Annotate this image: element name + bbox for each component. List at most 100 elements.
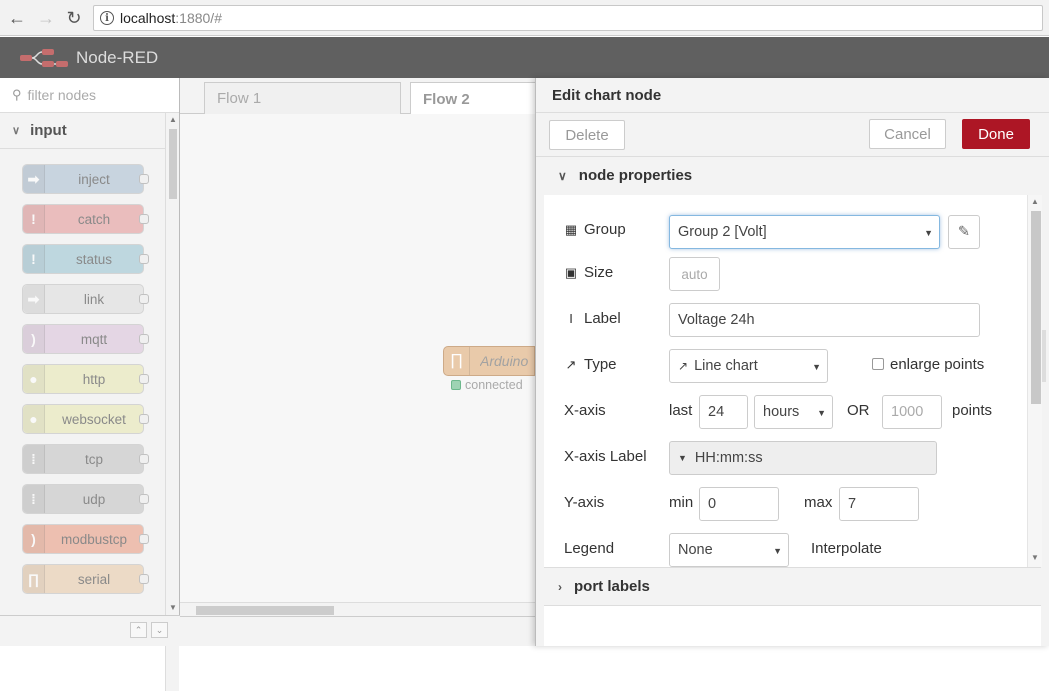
- flow-node-label: Arduino: [480, 353, 529, 369]
- xaxis-last-label: last: [669, 402, 693, 419]
- status-dot-icon: [451, 380, 461, 390]
- output-port: [139, 574, 149, 584]
- palette-scrollbar[interactable]: ▲ ▼: [165, 113, 179, 691]
- group-select[interactable]: Group 2 [Volt] ▼: [669, 215, 940, 249]
- workspace-scroll-thumb[interactable]: [196, 606, 334, 615]
- double-chevron-up-icon: ⌃: [134, 624, 143, 635]
- palette-node-label: udp: [82, 491, 106, 507]
- tray-resize-handle[interactable]: [1042, 330, 1046, 382]
- interpolate-label: Interpolate: [811, 540, 882, 557]
- palette-search-input[interactable]: ⚲ filter nodes: [0, 78, 179, 113]
- size-button[interactable]: auto: [669, 257, 720, 291]
- expand-all-button[interactable]: ⌄: [151, 622, 168, 638]
- size-label-text: Size: [584, 264, 614, 281]
- app-header: Node-RED: [0, 37, 1049, 78]
- dropdown-arrow-icon: ▼: [817, 408, 826, 418]
- dropdown-arrow-icon: ▼: [924, 228, 933, 238]
- forward-button[interactable]: →: [35, 7, 57, 29]
- xaxis-label-label-text: X-axis Label: [564, 448, 647, 465]
- bridge-icon: ⁞: [23, 485, 45, 513]
- palette-node-websocket[interactable]: ● websocket: [22, 404, 149, 434]
- label-input[interactable]: Voltage 24h: [669, 303, 980, 337]
- resize-icon: ▣: [564, 264, 578, 280]
- chevron-down-icon: ∨: [12, 125, 21, 137]
- output-port: [139, 254, 149, 264]
- scroll-up-icon[interactable]: ▲: [1031, 197, 1039, 206]
- app-title: Node-RED: [76, 47, 159, 67]
- cancel-button[interactable]: Cancel: [869, 119, 946, 149]
- done-button[interactable]: Done: [962, 119, 1030, 149]
- palette-scroll-thumb[interactable]: [169, 129, 177, 199]
- inject-icon: ➡: [23, 165, 45, 193]
- palette-node-mqtt[interactable]: ) mqtt: [22, 324, 149, 354]
- scroll-down-icon[interactable]: ▼: [169, 603, 177, 612]
- palette-category-header[interactable]: ∨ input: [0, 113, 165, 149]
- link-icon: ➡: [23, 285, 45, 313]
- xaxis-label-text: X-axis: [564, 402, 606, 419]
- back-button[interactable]: ←: [6, 7, 28, 29]
- address-bar[interactable]: i localhost:1880/#: [93, 5, 1043, 31]
- output-port: [139, 294, 149, 304]
- xaxis-unit-select[interactable]: hours ▼: [754, 395, 833, 429]
- output-port: [139, 414, 149, 424]
- palette-node-modbustcp[interactable]: ) modbustcp: [22, 524, 149, 554]
- delete-button[interactable]: Delete: [549, 120, 625, 150]
- flow-canvas[interactable]: ∏ Arduino connected: [180, 114, 535, 604]
- info-icon[interactable]: i: [100, 11, 114, 25]
- palette-node-status[interactable]: ! status: [22, 244, 149, 274]
- type-select-value: Line chart: [694, 358, 758, 374]
- edit-group-button[interactable]: ✎: [948, 215, 980, 249]
- palette-node-serial[interactable]: ∏ serial: [22, 564, 149, 594]
- section-node-properties[interactable]: ∨ node properties: [536, 157, 1049, 194]
- collapse-all-button[interactable]: ⌃: [130, 622, 147, 638]
- palette-node-catch[interactable]: ! catch: [22, 204, 149, 234]
- form-scroll-thumb[interactable]: [1031, 211, 1041, 404]
- xaxis-duration-input[interactable]: 24: [699, 395, 748, 429]
- bridge-icon: ): [23, 325, 45, 353]
- palette-node-label: serial: [77, 571, 111, 587]
- workspace-tabs: Flow 1 Flow 2: [180, 78, 550, 115]
- scroll-up-icon[interactable]: ▲: [169, 115, 177, 124]
- form-scrollbar[interactable]: ▲ ▼: [1027, 195, 1042, 567]
- palette-category-label: input: [30, 122, 67, 139]
- yaxis-max-input[interactable]: 7: [839, 487, 919, 521]
- tab-flow-1[interactable]: Flow 1: [204, 82, 401, 114]
- xaxis-label: X-axis: [564, 402, 606, 419]
- tab-flow-2[interactable]: Flow 2: [410, 82, 550, 115]
- table-icon: ▦: [564, 221, 578, 237]
- palette-node-inject[interactable]: ➡ inject: [22, 164, 149, 194]
- xaxis-label-label: X-axis Label: [564, 448, 647, 465]
- yaxis-label-text: Y-axis: [564, 494, 605, 511]
- section-label: port labels: [574, 578, 650, 595]
- output-port: [139, 214, 149, 224]
- type-select[interactable]: ↗ Line chart ▼: [669, 349, 828, 383]
- workspace-hscrollbar[interactable]: [180, 602, 535, 616]
- chevron-right-icon: ›: [558, 579, 562, 594]
- palette-node-link[interactable]: ➡ link: [22, 284, 149, 314]
- xaxis-unit-value: hours: [763, 404, 800, 420]
- tab-label: Flow 1: [217, 90, 262, 107]
- globe-icon: ●: [23, 405, 45, 433]
- workspace-footer: [180, 616, 535, 646]
- enlarge-points-checkbox[interactable]: [872, 358, 884, 370]
- output-port: [139, 334, 149, 344]
- palette-node-udp[interactable]: ⁞ udp: [22, 484, 149, 514]
- group-label-text: Group: [584, 221, 626, 238]
- xaxis-format-input[interactable]: ▼ HH:mm:ss: [669, 441, 937, 475]
- xaxis-points-input[interactable]: 1000: [882, 395, 942, 429]
- xaxis-format-value: HH:mm:ss: [694, 450, 763, 466]
- yaxis-min-input[interactable]: 0: [699, 487, 779, 521]
- legend-select[interactable]: None ▼: [669, 533, 789, 567]
- type-label-text: Type: [584, 356, 617, 373]
- flow-node-arduino[interactable]: ∏ Arduino: [443, 346, 535, 376]
- section-port-labels[interactable]: › port labels: [544, 567, 1041, 605]
- yaxis-min-label: min: [669, 494, 694, 511]
- type-label: ↗ Type: [564, 356, 617, 373]
- palette-node-tcp[interactable]: ⁞ tcp: [22, 444, 149, 474]
- node-red-logo-icon: [20, 47, 68, 69]
- reload-button[interactable]: ↻: [63, 7, 85, 29]
- palette-node-http[interactable]: ● http: [22, 364, 149, 394]
- xaxis-points-label: points: [952, 402, 993, 419]
- label-label-text: Label: [584, 310, 621, 327]
- scroll-down-icon[interactable]: ▼: [1031, 553, 1039, 562]
